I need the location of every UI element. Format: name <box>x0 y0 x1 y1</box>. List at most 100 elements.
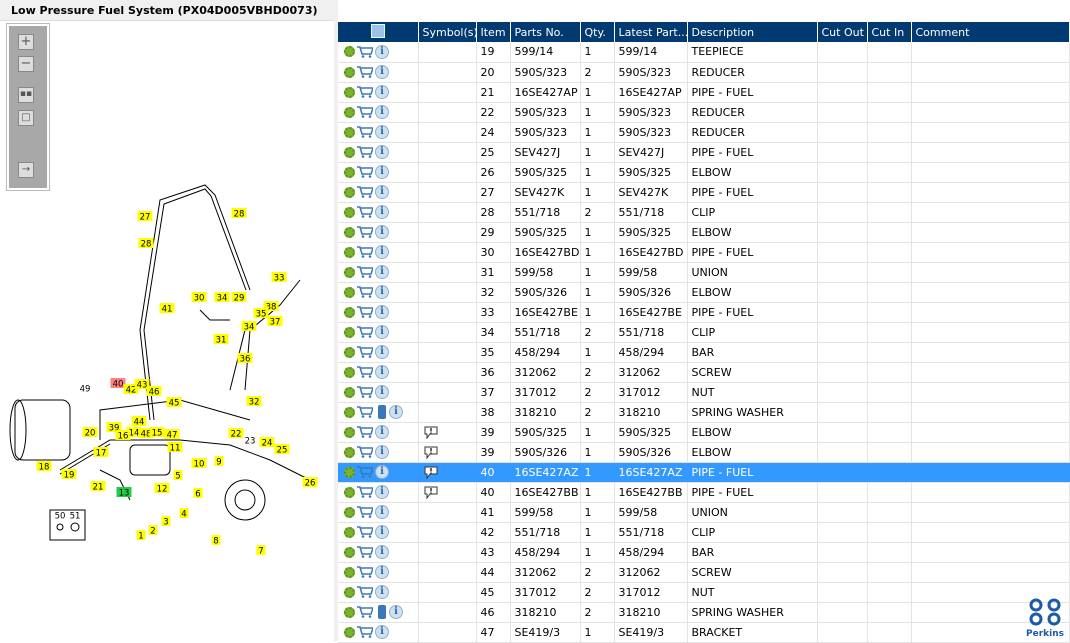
info-icon[interactable]: i <box>375 505 389 519</box>
table-row[interactable]: i 39 590S/326 1 590S/326 ELBOW <box>338 442 1070 463</box>
cart-icon[interactable] <box>357 626 373 638</box>
gear-icon[interactable] <box>344 626 355 638</box>
gear-icon[interactable] <box>344 566 355 578</box>
book-icon[interactable] <box>378 605 386 619</box>
info-icon[interactable]: i <box>375 465 389 479</box>
callout-label[interactable]: 28 <box>138 238 154 250</box>
table-row[interactable]: i 28 551/718 2 551/718 CLIP <box>338 202 1070 223</box>
callout-label[interactable]: 51 <box>70 512 81 522</box>
callout-label[interactable]: 31 <box>213 334 229 346</box>
callout-label[interactable]: 28 <box>231 208 247 220</box>
info-icon[interactable]: i <box>375 265 389 279</box>
table-row[interactable]: i 30 16SE427BD 1 16SE427BD PIPE - FUEL <box>338 242 1070 263</box>
zoom-out-button[interactable]: − <box>18 56 34 72</box>
callout-label[interactable]: 10 <box>191 458 207 470</box>
table-row[interactable]: i 19 599/14 1 599/14 TEEPIECE <box>338 42 1070 63</box>
gear-icon[interactable] <box>344 446 355 458</box>
column-header[interactable]: Symbol(s) <box>418 22 477 42</box>
callout-label[interactable]: 11 <box>167 442 183 454</box>
info-icon[interactable]: i <box>375 44 389 59</box>
table-row[interactable]: i 36 312062 2 312062 SCREW <box>338 362 1070 383</box>
column-header[interactable]: Description <box>687 22 818 42</box>
gear-icon[interactable] <box>344 186 355 198</box>
cart-icon[interactable] <box>357 66 373 78</box>
callout-label[interactable]: 32 <box>246 396 262 408</box>
info-icon[interactable]: i <box>375 425 389 439</box>
cart-icon[interactable] <box>357 326 373 338</box>
cart-icon[interactable] <box>357 606 373 618</box>
info-icon[interactable]: i <box>375 205 389 219</box>
callout-label[interactable]: 20 <box>82 427 98 439</box>
book-icon[interactable] <box>378 405 386 419</box>
cart-icon[interactable] <box>357 546 373 558</box>
callout-label[interactable]: 15 <box>149 427 165 439</box>
callout-label[interactable]: 34 <box>214 292 230 304</box>
callout-label[interactable]: 19 <box>61 469 77 481</box>
fit-all-icon[interactable]: ▪▪ <box>18 87 34 103</box>
column-header[interactable]: Parts No. <box>510 22 581 42</box>
gear-icon[interactable] <box>344 206 355 218</box>
actual-size-icon[interactable]: □ <box>18 110 34 126</box>
callout-label[interactable]: 1 <box>136 530 146 542</box>
table-row[interactable]: i 35 458/294 1 458/294 BAR <box>338 342 1070 363</box>
info-icon[interactable]: i <box>375 185 389 199</box>
gear-icon[interactable] <box>344 406 355 418</box>
table-row[interactable]: i 34 551/718 2 551/718 CLIP <box>338 322 1070 343</box>
table-row[interactable]: i 38 318210 2 318210 SPRING WASHER <box>338 402 1070 423</box>
cart-icon[interactable] <box>357 386 373 398</box>
cart-icon[interactable] <box>357 406 373 418</box>
cart-icon[interactable] <box>357 366 373 378</box>
callout-label[interactable]: 25 <box>274 444 290 456</box>
table-row[interactable]: i 22 590S/323 1 590S/323 REDUCER <box>338 102 1070 123</box>
callout-label[interactable]: 44 <box>131 416 147 428</box>
info-icon[interactable]: i <box>375 325 389 339</box>
info-icon[interactable]: i <box>375 125 389 139</box>
zoom-in-button[interactable]: + <box>18 34 34 50</box>
column-header[interactable]: Qty. <box>580 22 615 42</box>
info-icon[interactable]: i <box>375 345 389 359</box>
table-row[interactable]: i 25 SEV427J 1 SEV427J PIPE - FUEL <box>338 142 1070 163</box>
gear-icon[interactable] <box>344 526 355 538</box>
table-row[interactable]: i 27 SEV427K 1 SEV427K PIPE - FUEL <box>338 182 1070 203</box>
cart-icon[interactable] <box>357 426 373 438</box>
callout-label[interactable]: 27 <box>137 211 153 223</box>
table-row[interactable]: i 24 590S/323 1 590S/323 REDUCER <box>338 122 1070 143</box>
cart-icon[interactable] <box>357 86 373 98</box>
table-row[interactable]: i 40 16SE427AZ 1 16SE427AZ PIPE - FUEL <box>338 462 1070 483</box>
cart-icon[interactable] <box>357 306 373 318</box>
callout-label[interactable]: 46 <box>146 386 162 398</box>
gear-icon[interactable] <box>344 346 355 358</box>
info-icon[interactable]: i <box>375 305 389 319</box>
gear-icon[interactable] <box>344 46 355 58</box>
export-icon[interactable]: → <box>18 162 34 178</box>
table-row[interactable]: i 33 16SE427BE 1 16SE427BE PIPE - FUEL <box>338 302 1070 323</box>
cart-icon[interactable] <box>357 226 373 238</box>
callout-label[interactable]: 45 <box>166 397 182 409</box>
cart-icon[interactable] <box>357 166 373 178</box>
callout-label[interactable]: 21 <box>90 481 106 493</box>
gear-icon[interactable] <box>344 266 355 278</box>
callout-label[interactable]: 23 <box>245 437 256 447</box>
cart-icon[interactable] <box>357 586 373 598</box>
callout-label[interactable]: 13 <box>116 487 132 499</box>
callout-label[interactable]: 17 <box>93 447 109 459</box>
gear-icon[interactable] <box>344 106 355 118</box>
callout-label[interactable]: 47 <box>164 429 180 441</box>
gear-icon[interactable] <box>344 286 355 298</box>
callout-label[interactable]: 26 <box>302 477 318 489</box>
gear-icon[interactable] <box>344 386 355 398</box>
diagram-panel[interactable]: 27 28 28 33 41 30 34 29 38 35 34 37 31 36 40 49 42 43 46 45… <box>5 21 334 641</box>
table-row[interactable]: i 31 599/58 1 599/58 UNION <box>338 262 1070 283</box>
column-header[interactable]: Cut Out <box>817 22 868 42</box>
table-row[interactable]: i 21 16SE427AP 1 16SE427AP PIPE - FUEL <box>338 82 1070 103</box>
callout-label[interactable]: 40 <box>110 378 126 390</box>
gear-icon[interactable] <box>344 146 355 158</box>
callout-label[interactable]: 24 <box>259 437 275 449</box>
gear-icon[interactable] <box>344 426 355 438</box>
info-icon[interactable]: i <box>375 85 389 99</box>
table-row[interactable]: i 26 590S/325 1 590S/325 ELBOW <box>338 162 1070 183</box>
info-icon[interactable]: i <box>375 225 389 239</box>
info-icon[interactable]: i <box>375 545 389 559</box>
table-row[interactable]: i 20 590S/323 2 590S/323 REDUCER <box>338 62 1070 83</box>
info-icon[interactable]: i <box>389 605 403 619</box>
